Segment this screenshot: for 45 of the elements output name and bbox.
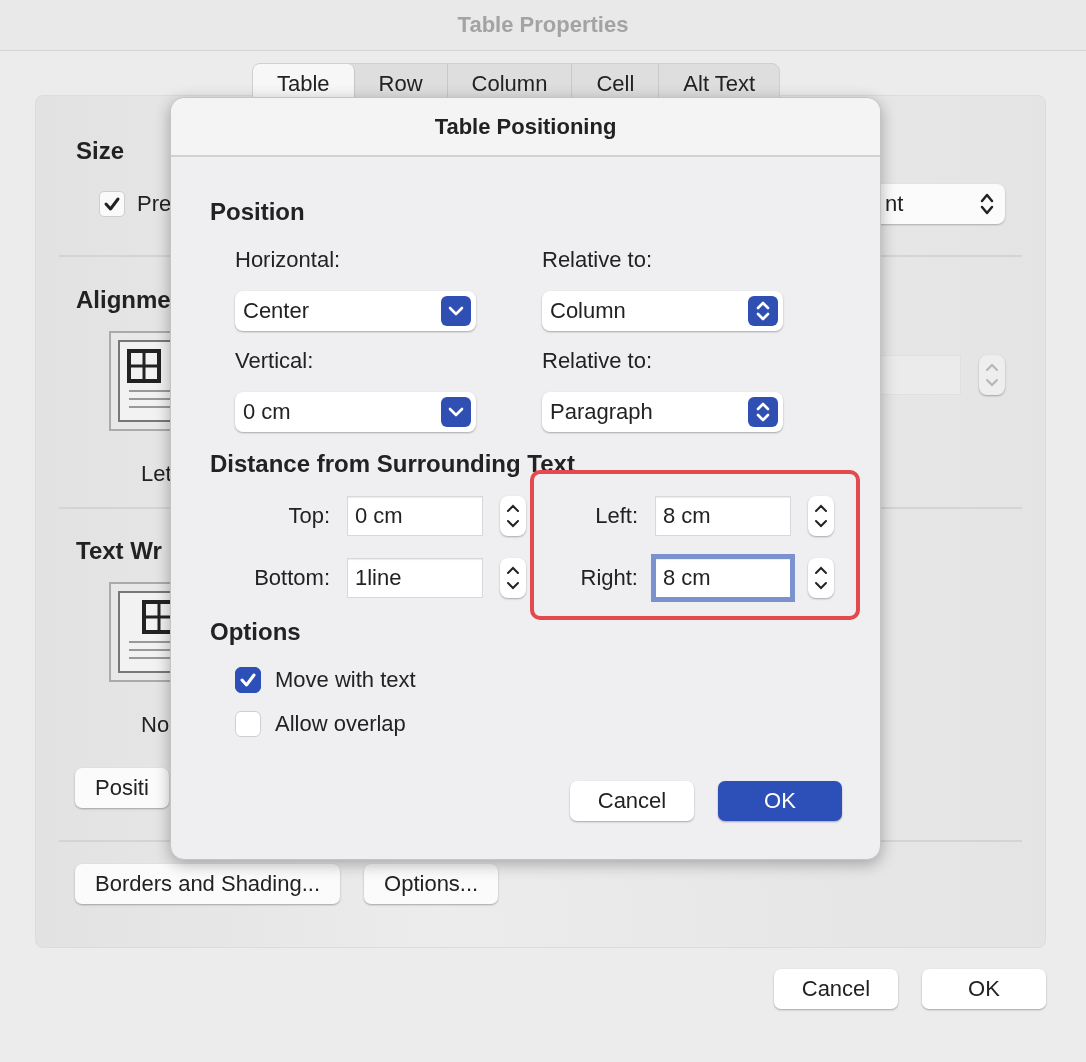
field-label: Right: [579,565,638,591]
checkbox-label: Move with text [275,667,416,693]
text-field[interactable]: 8 cm [655,496,791,536]
field-label: Bottom: [253,565,330,591]
chevron-down-icon [441,296,471,326]
combo-box[interactable]: Center [235,291,476,331]
field-label: Horizontal: [235,246,342,274]
up-down-chevron-icon [979,191,995,217]
dialog-button[interactable]: Options... [364,864,499,904]
option-label: No [140,712,170,738]
up-down-chevron-icon [748,397,778,427]
dialog-button[interactable]: Cancel [570,781,694,821]
checkbox-label: Allow overlap [275,711,406,737]
option-label: Let [140,461,172,487]
stepper[interactable] [808,558,834,598]
popup-button[interactable]: Paragraph [542,392,783,432]
stepper[interactable] [500,558,526,598]
section-heading: Alignme [76,285,171,315]
field-label: Relative to: [542,347,654,375]
checkbox[interactable] [235,667,261,693]
text-field[interactable]: 0 cm [347,496,483,536]
dialog-button[interactable]: Cancel [774,969,898,1009]
chevron-down-icon [441,397,471,427]
text-field[interactable]: 1line [347,558,483,598]
section-heading: Size [76,136,125,166]
stepper[interactable] [808,496,834,536]
combo-box[interactable]: 0 cm [235,392,476,432]
field-label: Left: [594,503,638,529]
dialog-button[interactable]: OK [922,969,1046,1009]
field-label: Top: [287,503,330,529]
dialog-button[interactable]: OK [718,781,842,821]
field-label: Vertical: [235,347,315,375]
tab[interactable]: Alt Text [659,64,780,104]
stepper[interactable] [500,496,526,536]
section-heading: Text Wr [76,536,162,566]
checkbox-label: Pre [137,191,172,217]
up-down-chevron-icon [748,296,778,326]
section-heading: Options [210,617,302,647]
section-heading: Position [210,197,306,227]
window-title: Table Properties [457,12,629,38]
popup-button[interactable]: Column [542,291,783,331]
dialog-title: Table Positioning [434,113,617,140]
dialog-button[interactable]: Borders and Shading... [75,864,341,904]
positioning-button[interactable]: Positi [75,768,169,808]
field-label: Relative to: [542,246,654,274]
